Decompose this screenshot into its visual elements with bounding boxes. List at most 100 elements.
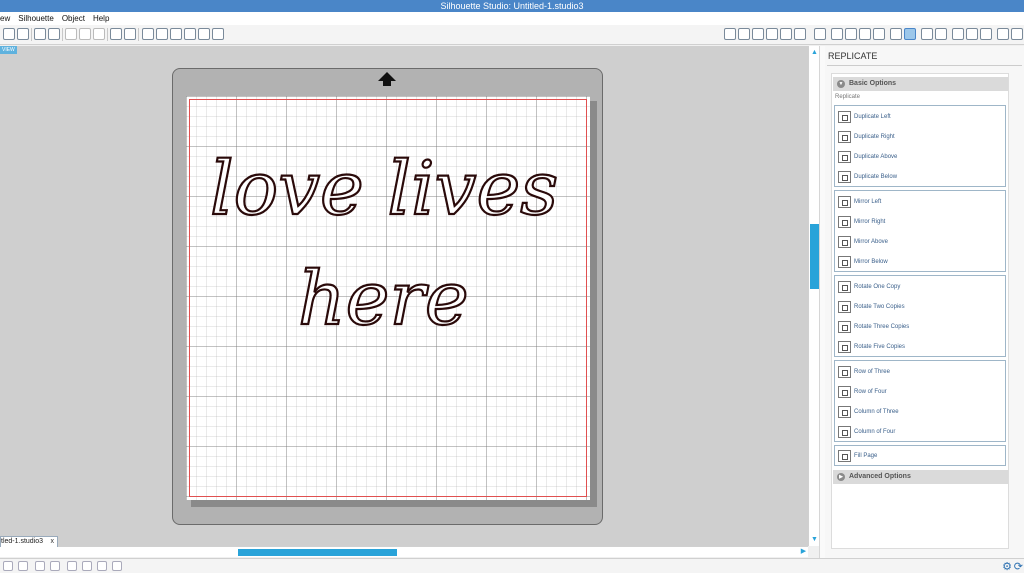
duplicate-right-icon xyxy=(838,131,851,143)
rotate-one-copy-icon xyxy=(838,281,851,293)
edit-points-icon[interactable] xyxy=(738,28,750,40)
draw-shape-icon[interactable] xyxy=(780,28,792,40)
align-icon[interactable] xyxy=(873,28,885,40)
mirror-left-icon xyxy=(838,196,851,208)
draw-polygon-icon[interactable] xyxy=(794,28,806,40)
scroll-right-icon[interactable]: ▶ xyxy=(799,547,808,557)
replicate-icon[interactable] xyxy=(904,28,916,40)
document-tab-label: tled-1.studio3 xyxy=(1,538,44,545)
zoom-select-icon[interactable] xyxy=(184,28,196,40)
toolbar-divider xyxy=(138,28,139,41)
title-bar: Silhouette Studio: Untitled-1.studio3 xyxy=(0,0,1024,12)
row-of-three-label: Row of Three xyxy=(854,369,890,375)
fill-page-label: Fill Page xyxy=(854,453,878,459)
undo-icon[interactable] xyxy=(110,28,122,40)
ungroup-icon[interactable] xyxy=(18,561,28,571)
column-of-three-button[interactable]: Column of Three xyxy=(838,405,899,419)
mirror-right-button[interactable]: Mirror Right xyxy=(838,215,885,229)
scroll-down-icon[interactable]: ▼ xyxy=(810,535,819,544)
basic-options-header[interactable]: ▼ Basic Options xyxy=(833,77,1008,91)
new-document-icon[interactable] xyxy=(3,28,15,40)
offset-icon[interactable] xyxy=(935,28,947,40)
menu-object[interactable]: Object xyxy=(59,14,90,23)
group-icon[interactable] xyxy=(3,561,13,571)
column-of-four-button[interactable]: Column of Four xyxy=(838,425,895,439)
zoom-out-icon[interactable] xyxy=(170,28,182,40)
transform-icon[interactable] xyxy=(890,28,902,40)
document-tab[interactable]: tled-1.studio3 x xyxy=(0,536,59,547)
intersect-icon[interactable] xyxy=(97,561,107,571)
view-tag[interactable]: VIEW xyxy=(0,46,17,54)
eraser-icon[interactable] xyxy=(845,28,857,40)
cut-icon[interactable] xyxy=(93,28,105,40)
duplicate-below-icon xyxy=(838,171,851,183)
rotate-one-copy-button[interactable]: Rotate One Copy xyxy=(838,280,900,294)
sync-icon[interactable]: ⟳ xyxy=(1014,560,1023,573)
menu-silhouette[interactable]: Silhouette xyxy=(15,14,59,23)
trace-icon[interactable] xyxy=(952,28,964,40)
menu-view[interactable]: ew xyxy=(0,14,15,23)
rotate-two-copies-icon xyxy=(838,301,851,313)
print-icon[interactable] xyxy=(34,28,46,40)
advanced-options-header[interactable]: ▶ Advanced Options xyxy=(833,470,1008,484)
copy-icon[interactable] xyxy=(65,28,77,40)
select-tool-icon[interactable] xyxy=(724,28,736,40)
fill-color-icon[interactable] xyxy=(997,28,1009,40)
rotate-two-copies-button[interactable]: Rotate Two Copies xyxy=(838,300,905,314)
mirror-above-button[interactable]: Mirror Above xyxy=(838,235,888,249)
design-canvas[interactable]: love lives here xyxy=(0,46,808,546)
make-compound-icon[interactable] xyxy=(35,561,45,571)
weld-icon[interactable] xyxy=(67,561,77,571)
duplicate-left-button[interactable]: Duplicate Left xyxy=(838,110,891,124)
freehand-icon[interactable] xyxy=(814,28,826,40)
script-text-line-2[interactable]: here xyxy=(297,255,470,343)
paste-icon[interactable] xyxy=(79,28,91,40)
knife-icon[interactable] xyxy=(859,28,871,40)
script-text-line-1[interactable]: love lives xyxy=(209,145,559,233)
toolbar-divider xyxy=(107,28,108,41)
menu-help[interactable]: Help xyxy=(90,14,114,23)
row-of-four-button[interactable]: Row of Four xyxy=(838,385,887,399)
subtract-icon[interactable] xyxy=(82,561,92,571)
vertical-scrollbar[interactable]: ▲ ▼ xyxy=(808,46,819,546)
design-page[interactable]: love lives here xyxy=(186,96,590,500)
duplicate-below-button[interactable]: Duplicate Below xyxy=(838,170,897,184)
window-title: Silhouette Studio: Untitled-1.studio3 xyxy=(440,1,584,11)
script-text-art[interactable]: love lives here xyxy=(186,96,590,500)
basic-options-label: Basic Options xyxy=(849,80,897,87)
fit-to-page-icon[interactable] xyxy=(212,28,224,40)
rotate-five-copies-button[interactable]: Rotate Five Copies xyxy=(838,340,905,354)
horizontal-scrollbar[interactable]: ▶ xyxy=(0,546,808,557)
duplicate-above-button[interactable]: Duplicate Above xyxy=(838,150,897,164)
replicate-subheading: Replicate xyxy=(835,94,861,100)
close-tab-icon[interactable]: x xyxy=(51,537,55,547)
redo-icon[interactable] xyxy=(124,28,136,40)
duplicate-right-button[interactable]: Duplicate Right xyxy=(838,130,895,144)
zoom-drag-icon[interactable] xyxy=(198,28,210,40)
save-icon[interactable] xyxy=(17,28,29,40)
draw-line-icon[interactable] xyxy=(752,28,764,40)
advanced-options-label: Advanced Options xyxy=(849,473,911,480)
vertical-scroll-thumb[interactable] xyxy=(810,224,819,289)
release-compound-icon[interactable] xyxy=(50,561,60,571)
fill-page-button[interactable]: Fill Page xyxy=(838,449,877,463)
cut-settings-icon[interactable] xyxy=(980,28,992,40)
pan-hand-icon[interactable] xyxy=(142,28,154,40)
scroll-up-icon[interactable]: ▲ xyxy=(810,48,819,57)
mirror-left-button[interactable]: Mirror Left xyxy=(838,195,881,209)
send-to-cutter-icon[interactable] xyxy=(48,28,60,40)
text-tool-icon[interactable] xyxy=(831,28,843,40)
rotate-three-copies-button[interactable]: Rotate Three Copies xyxy=(838,320,909,334)
modify-icon[interactable] xyxy=(921,28,933,40)
toolbar-divider xyxy=(62,28,63,41)
zoom-in-icon[interactable] xyxy=(156,28,168,40)
horizontal-scroll-thumb[interactable] xyxy=(238,549,397,556)
line-color-icon[interactable] xyxy=(1011,28,1023,40)
library-icon[interactable] xyxy=(112,561,122,571)
mirror-below-icon xyxy=(838,256,851,268)
row-of-three-button[interactable]: Row of Three xyxy=(838,365,890,379)
gear-icon[interactable]: ⚙ xyxy=(1002,560,1012,573)
draw-rectangle-icon[interactable] xyxy=(766,28,778,40)
page-setup-icon[interactable] xyxy=(966,28,978,40)
mirror-below-button[interactable]: Mirror Below xyxy=(838,255,888,269)
